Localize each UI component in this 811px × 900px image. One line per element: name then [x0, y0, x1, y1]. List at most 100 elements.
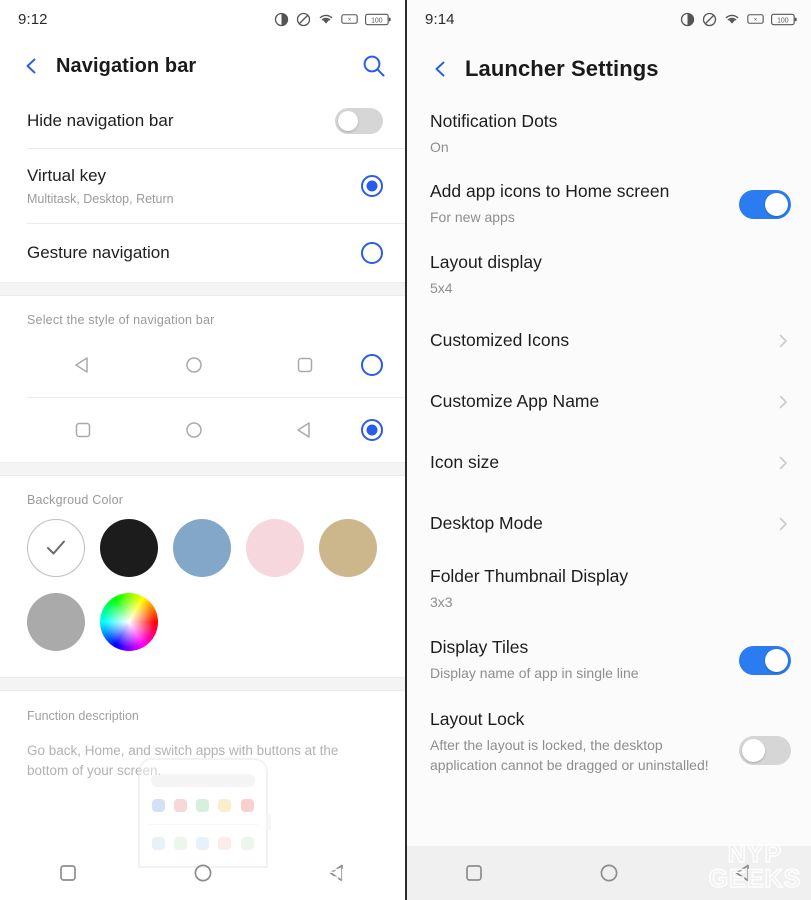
row-customized-icons-text: Customized Icons: [430, 329, 581, 352]
swatch-steel-blue[interactable]: [173, 519, 231, 577]
navigation-style-option-2[interactable]: [0, 398, 405, 462]
virtual-key-radio[interactable]: [361, 175, 383, 197]
home-circle-icon: [138, 419, 249, 441]
swatch-black[interactable]: [100, 519, 158, 577]
chevron-right-icon: [779, 456, 787, 469]
swatch-khaki[interactable]: [319, 519, 377, 577]
row-title: Notification Dots: [430, 111, 558, 132]
switch-knob: [742, 739, 765, 762]
swatch-pink[interactable]: [246, 519, 304, 577]
row-title: Add app icons to Home screen: [430, 181, 670, 202]
row-title: Desktop Mode: [430, 513, 543, 534]
battery-icon: 100: [771, 13, 797, 25]
background-color-label: Backgroud Color: [27, 493, 124, 507]
row-virtual-key-text: Virtual key Multitask, Desktop, Return: [27, 165, 174, 207]
page-title: Launcher Settings: [465, 56, 659, 81]
row-desktop-mode[interactable]: Desktop Mode: [407, 493, 811, 554]
status-time: 9:14: [425, 10, 455, 28]
row-layout-display[interactable]: Layout display 5x4: [407, 240, 811, 310]
navigation-style-option-1-glyphs: [27, 354, 361, 376]
swatch-color-wheel[interactable]: [100, 593, 158, 651]
row-title: Customize App Name: [430, 391, 600, 412]
right-status-bar: 9:14 × 100: [407, 0, 811, 38]
row-add-app-icons-text: Add app icons to Home screen For new app…: [430, 180, 681, 228]
navigation-style-option-2-glyphs: [27, 419, 361, 441]
layout-lock-switch[interactable]: [739, 736, 791, 765]
navigation-style-label: Select the style of navigation bar: [27, 313, 215, 327]
row-title: Virtual key: [27, 165, 107, 185]
row-subtitle: On: [430, 138, 449, 155]
left-status-bar: 9:12 × 100: [0, 0, 405, 38]
row-layout-lock[interactable]: Layout Lock After the layout is locked, …: [407, 696, 811, 782]
battery-level: 100: [777, 17, 789, 24]
row-subtitle: Display name of app in single line: [430, 664, 639, 681]
right-phone-screen: 9:14 × 100 Launcher Settings Notificatio…: [405, 0, 811, 900]
switch-knob: [765, 648, 788, 672]
row-hide-navigation-bar[interactable]: Hide navigation bar: [0, 94, 405, 148]
chevron-right-icon: [779, 334, 787, 347]
status-icon-group: × 100: [274, 12, 391, 27]
row-icon-size-text: Icon size: [430, 451, 511, 474]
illustration-search-bar: [150, 774, 255, 787]
row-folder-thumbnail-text: Folder Thumbnail Display 3x3: [430, 565, 640, 613]
row-hide-navigation-bar-text: Hide navigation bar: [27, 110, 173, 132]
battery-level: 100: [371, 17, 383, 24]
recents-square-icon[interactable]: [56, 861, 80, 885]
back-triangle-icon: [250, 419, 361, 441]
search-icon[interactable]: [361, 53, 387, 79]
row-customized-icons[interactable]: Customized Icons: [407, 310, 811, 371]
display-tiles-switch[interactable]: [739, 645, 791, 675]
row-title: Hide navigation bar: [27, 110, 174, 130]
background-color-swatches: [0, 507, 405, 677]
illustration-side-button: [266, 814, 271, 830]
add-app-icons-switch[interactable]: [739, 189, 791, 219]
row-customize-app-name[interactable]: Customize App Name: [407, 371, 811, 432]
do-not-disturb-icon: [296, 12, 311, 26]
do-not-disturb-icon: [702, 12, 717, 26]
row-add-app-icons-to-home-screen[interactable]: Add app icons to Home screen For new app…: [407, 168, 811, 240]
row-icon-size[interactable]: Icon size: [407, 432, 811, 493]
sim-off-icon: ×: [747, 14, 764, 24]
navigation-style-option-2-radio[interactable]: [361, 419, 383, 441]
left-phone-screen: 9:12 × 100 Navigation bar Hide navigatio…: [0, 0, 405, 900]
row-subtitle: Multitask, Desktop, Return: [27, 191, 174, 206]
row-notification-dots[interactable]: Notification Dots On: [407, 100, 811, 168]
function-description-label: Function description: [27, 709, 139, 723]
illustration-app-icon: [196, 799, 209, 812]
sim-off-icon: ×: [341, 14, 358, 24]
back-chevron-icon[interactable]: [431, 59, 451, 79]
right-system-navigation-bar: [407, 846, 811, 900]
row-virtual-key[interactable]: Virtual key Multitask, Desktop, Return: [0, 149, 405, 223]
home-circle-icon[interactable]: [597, 861, 621, 885]
contrast-icon: [274, 12, 289, 26]
recents-square-icon: [250, 354, 361, 376]
back-triangle-icon[interactable]: [732, 861, 756, 885]
svg-text:×: ×: [754, 17, 758, 23]
back-triangle-icon[interactable]: [326, 861, 350, 885]
status-time: 9:12: [18, 10, 48, 28]
row-folder-thumbnail-display[interactable]: Folder Thumbnail Display 3x3: [407, 554, 811, 624]
row-gesture-navigation[interactable]: Gesture navigation: [0, 224, 405, 282]
svg-text:×: ×: [348, 17, 352, 23]
row-gesture-navigation-text: Gesture navigation: [27, 242, 170, 264]
row-layout-lock-text: Layout Lock After the layout is locked, …: [430, 708, 730, 776]
swatch-white[interactable]: [27, 519, 85, 577]
gesture-navigation-radio[interactable]: [361, 242, 383, 264]
home-circle-icon: [138, 354, 249, 376]
navigation-style-option-1[interactable]: [0, 333, 405, 397]
illustration-app-icon: [218, 799, 232, 812]
row-title: Folder Thumbnail Display: [430, 566, 629, 587]
section-separator: [0, 282, 405, 296]
contrast-icon: [680, 12, 695, 26]
back-chevron-icon[interactable]: [22, 56, 42, 76]
row-title: Layout Lock: [430, 709, 525, 729]
home-circle-icon[interactable]: [191, 861, 215, 885]
hide-navigation-bar-switch[interactable]: [335, 108, 383, 134]
swatch-gray[interactable]: [27, 593, 85, 651]
row-display-tiles[interactable]: Display Tiles Display name of app in sin…: [407, 624, 811, 696]
row-desktop-mode-text: Desktop Mode: [430, 512, 555, 535]
navigation-style-option-1-radio[interactable]: [361, 354, 383, 376]
chevron-right-icon: [779, 395, 787, 408]
recents-square-icon[interactable]: [462, 861, 486, 885]
right-title-bar: Launcher Settings: [407, 38, 811, 100]
